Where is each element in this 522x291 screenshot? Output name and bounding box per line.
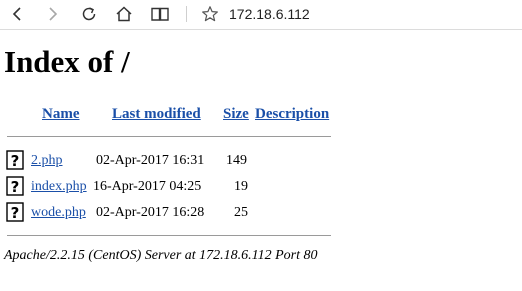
refresh-icon (82, 7, 96, 21)
unknown-file-icon: ? (6, 202, 24, 222)
unknown-file-icon: ? (6, 150, 24, 170)
server-signature: Apache/2.2.15 (CentOS) Server at 172.18.… (4, 248, 318, 263)
file-modified: 02-Apr-2017 16:28 (96, 205, 205, 220)
star-icon (202, 6, 218, 22)
file-size: 149 (226, 153, 247, 168)
back-arrow-icon (12, 7, 21, 21)
svg-text:?: ? (11, 152, 20, 170)
file-modified: 02-Apr-2017 16:31 (96, 153, 205, 168)
file-modified: 16-Apr-2017 04:25 (93, 179, 202, 194)
unknown-file-icon: ? (6, 176, 24, 196)
column-header-description[interactable]: Description (255, 105, 329, 123)
column-header-name[interactable]: Name (42, 105, 80, 123)
file-link[interactable]: wode.php (31, 204, 86, 222)
forward-button[interactable] (42, 3, 64, 25)
favorite-button[interactable] (199, 3, 221, 25)
back-button[interactable] (6, 3, 28, 25)
svg-text:?: ? (11, 178, 20, 196)
page-title: Index of / (4, 44, 130, 79)
file-size: 19 (234, 179, 248, 194)
home-icon (116, 6, 132, 22)
column-header-size[interactable]: Size (223, 105, 249, 123)
toolbar-separator (186, 6, 187, 22)
file-link[interactable]: 2.php (31, 152, 63, 170)
reading-view-button[interactable] (149, 3, 171, 25)
reading-view-icon (151, 7, 169, 21)
address-bar[interactable]: 172.18.6.112 (229, 5, 310, 23)
header-divider (7, 136, 331, 137)
svg-text:?: ? (11, 204, 20, 222)
column-header-last-modified[interactable]: Last modified (112, 105, 201, 123)
footer-divider (7, 235, 331, 236)
forward-arrow-icon (49, 7, 58, 21)
refresh-button[interactable] (78, 3, 100, 25)
browser-toolbar: 172.18.6.112 (0, 0, 522, 30)
file-size: 25 (234, 205, 248, 220)
file-link[interactable]: index.php (31, 178, 87, 196)
home-button[interactable] (113, 3, 135, 25)
